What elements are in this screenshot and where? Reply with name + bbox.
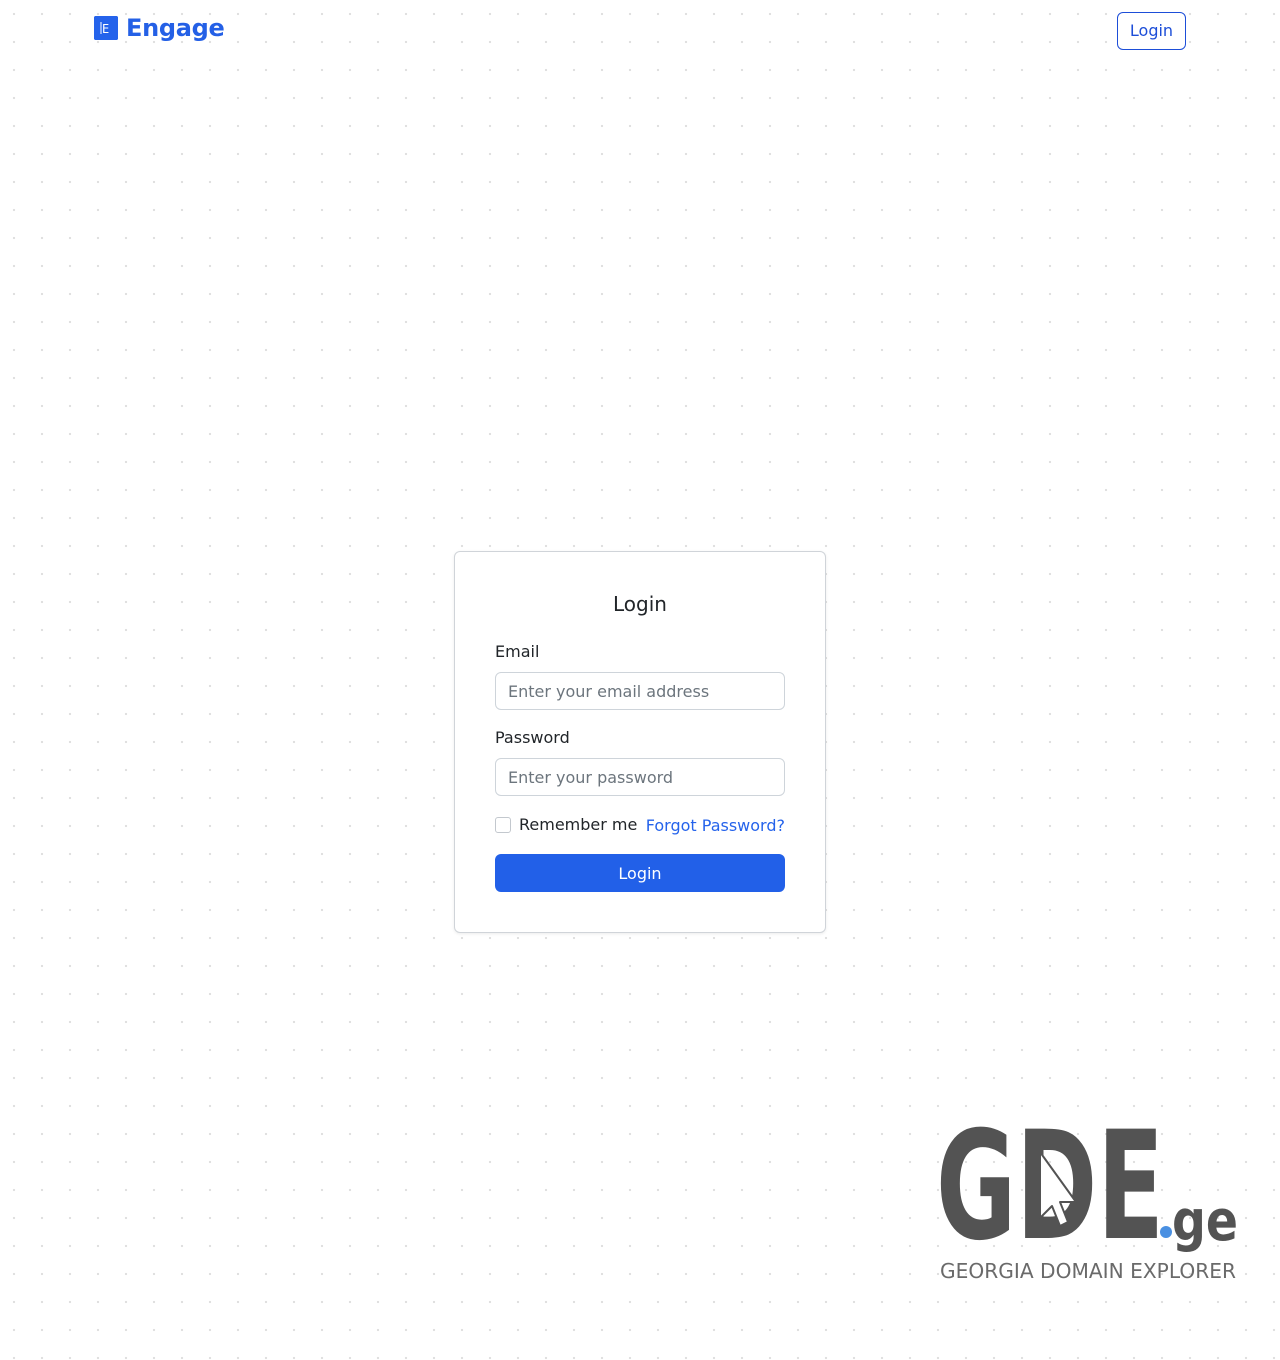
header-login-button[interactable]: Login	[1117, 12, 1186, 50]
remember-row: Remember me Forgot Password?	[495, 814, 785, 836]
logo-dot	[1160, 1226, 1172, 1238]
login-card: Login Email Password Remember me Forgot …	[454, 551, 826, 933]
brand-name: Engage	[126, 14, 225, 42]
brand-logo-letter: E	[102, 22, 109, 36]
engage-logo-icon: E	[94, 16, 118, 40]
gde-partner-logo: GDE ge GEORGIA DOMAIN EXPLORER	[936, 1110, 1238, 1283]
login-title: Login	[613, 592, 667, 616]
email-input[interactable]	[495, 672, 785, 710]
remember-me-label[interactable]: Remember me	[519, 814, 637, 836]
remember-me-checkbox[interactable]	[495, 817, 511, 833]
gde-tagline: GEORGIA DOMAIN EXPLORER	[940, 1259, 1236, 1283]
password-input[interactable]	[495, 758, 785, 796]
brand-link[interactable]: E Engage	[94, 16, 225, 40]
forgot-password-link[interactable]: Forgot Password?	[646, 814, 785, 838]
password-label: Password	[495, 728, 570, 747]
gde-suffix-text: ge	[1172, 1189, 1238, 1254]
login-submit-button[interactable]: Login	[495, 854, 785, 892]
top-navbar: E Engage Login	[0, 0, 1280, 62]
email-label: Email	[495, 642, 540, 661]
